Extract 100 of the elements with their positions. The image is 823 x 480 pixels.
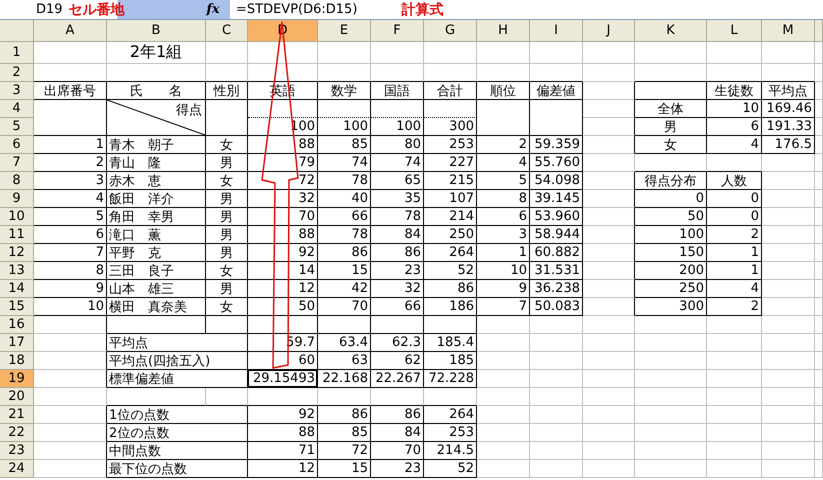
column-header[interactable]: E bbox=[318, 20, 371, 42]
table-cell bbox=[371, 42, 424, 64]
row-header[interactable]: 7 bbox=[0, 154, 34, 172]
column-header[interactable]: K bbox=[635, 20, 707, 42]
table-cell bbox=[762, 460, 815, 478]
row-header[interactable]: 18 bbox=[0, 352, 34, 370]
row-header[interactable]: 19 bbox=[0, 370, 34, 388]
table-cell: 62 bbox=[371, 352, 424, 370]
row-header[interactable]: 1 bbox=[0, 42, 34, 64]
table-cell: 女 bbox=[206, 262, 248, 280]
table-cell bbox=[583, 226, 635, 244]
table-cell bbox=[477, 388, 530, 406]
row-header[interactable]: 21 bbox=[0, 406, 34, 424]
table-cell bbox=[477, 42, 530, 64]
table-cell: 52 bbox=[424, 460, 477, 478]
table-cell bbox=[635, 370, 707, 388]
column-header[interactable]: B bbox=[107, 20, 206, 42]
table-cell: 偏差値 bbox=[530, 82, 583, 100]
table-cell: 1 bbox=[707, 244, 762, 262]
column-header[interactable]: J bbox=[583, 20, 635, 42]
row-header[interactable]: 5 bbox=[0, 118, 34, 136]
row-header[interactable]: 23 bbox=[0, 442, 34, 460]
row-header[interactable]: 15 bbox=[0, 298, 34, 316]
table-cell bbox=[530, 370, 583, 388]
table-cell: 88 bbox=[248, 136, 318, 154]
table-cell bbox=[707, 316, 762, 334]
header-label: 得点 bbox=[176, 102, 202, 119]
table-cell bbox=[762, 208, 815, 226]
table-cell: 264 bbox=[424, 244, 477, 262]
row-header[interactable]: 11 bbox=[0, 226, 34, 244]
table-cell bbox=[762, 298, 815, 316]
table-cell: 1 bbox=[477, 244, 530, 262]
table-cell bbox=[424, 316, 477, 334]
select-all-corner[interactable] bbox=[0, 20, 34, 42]
table-cell bbox=[635, 388, 707, 406]
table-cell bbox=[583, 424, 635, 442]
row-header[interactable]: 10 bbox=[0, 208, 34, 226]
row-header[interactable]: 14 bbox=[0, 280, 34, 298]
column-header[interactable]: G bbox=[424, 20, 477, 42]
table-cell: 42 bbox=[318, 280, 371, 298]
table-cell bbox=[583, 442, 635, 460]
table-cell: 生徒数 bbox=[707, 82, 762, 100]
table-cell: 15 bbox=[318, 460, 371, 478]
formula-field[interactable]: =STDEVP(D6:D15) bbox=[236, 2, 358, 17]
table-cell bbox=[707, 42, 762, 64]
table-cell: 10 bbox=[707, 100, 762, 118]
table-cell bbox=[762, 154, 815, 172]
column-header[interactable]: H bbox=[477, 20, 530, 42]
column-header[interactable] bbox=[815, 20, 823, 42]
table-cell bbox=[762, 64, 815, 82]
table-cell: 60.882 bbox=[530, 244, 583, 262]
table-cell bbox=[583, 244, 635, 262]
table-cell bbox=[530, 64, 583, 82]
column-header[interactable]: I bbox=[530, 20, 583, 42]
table-cell: 227 bbox=[424, 154, 477, 172]
row-header[interactable]: 2 bbox=[0, 64, 34, 82]
row-header[interactable]: 6 bbox=[0, 136, 34, 154]
column-header[interactable]: A bbox=[34, 20, 107, 42]
row-header[interactable]: 24 bbox=[0, 460, 34, 478]
table-cell: 三田 良子 bbox=[107, 262, 206, 280]
row-header[interactable]: 17 bbox=[0, 334, 34, 352]
table-cell: 186 bbox=[424, 298, 477, 316]
table-cell: 男 bbox=[206, 208, 248, 226]
row-header[interactable]: 4 bbox=[0, 100, 34, 118]
table-cell: 55.760 bbox=[530, 154, 583, 172]
row-header[interactable]: 9 bbox=[0, 190, 34, 208]
table-cell bbox=[371, 64, 424, 82]
table-cell: 70 bbox=[371, 442, 424, 460]
column-header[interactable]: L bbox=[707, 20, 762, 42]
table-cell: 70 bbox=[318, 298, 371, 316]
row-header[interactable]: 13 bbox=[0, 262, 34, 280]
table-cell bbox=[477, 100, 530, 136]
table-cell: 74 bbox=[371, 154, 424, 172]
table-cell bbox=[707, 388, 762, 406]
row-header[interactable]: 12 bbox=[0, 244, 34, 262]
table-cell: 10 bbox=[477, 262, 530, 280]
row-header[interactable]: 3 bbox=[0, 82, 34, 100]
table-cell: 6 bbox=[477, 208, 530, 226]
table-cell: 9 bbox=[34, 280, 107, 298]
table-cell bbox=[707, 424, 762, 442]
table-cell: 50 bbox=[635, 208, 707, 226]
row-header[interactable]: 22 bbox=[0, 424, 34, 442]
table-cell: 女 bbox=[206, 172, 248, 190]
table-cell: 順位 bbox=[477, 82, 530, 100]
table-cell bbox=[477, 406, 530, 424]
table-cell: 青木 朝子 bbox=[107, 136, 206, 154]
table-cell: 63.4 bbox=[318, 334, 371, 352]
column-header[interactable]: F bbox=[371, 20, 424, 42]
row-header[interactable]: 20 bbox=[0, 388, 34, 406]
table-cell bbox=[762, 316, 815, 334]
table-cell: 169.46 bbox=[762, 100, 815, 118]
row-header[interactable]: 8 bbox=[0, 172, 34, 190]
table-cell: 215 bbox=[424, 172, 477, 190]
column-header[interactable]: C bbox=[206, 20, 248, 42]
column-header[interactable]: M bbox=[762, 20, 815, 42]
function-button[interactable]: fx bbox=[196, 0, 230, 19]
table-cell bbox=[635, 42, 707, 64]
row-header[interactable]: 16 bbox=[0, 316, 34, 334]
table-cell: 100 bbox=[318, 118, 371, 136]
table-cell: 女 bbox=[206, 136, 248, 154]
